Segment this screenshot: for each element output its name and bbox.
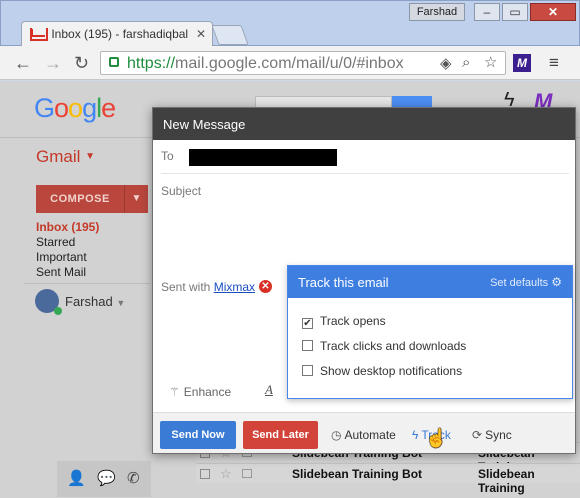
gear-icon: ⚙ (551, 275, 562, 289)
phone-icon[interactable]: ✆ (127, 469, 140, 487)
enhance-button[interactable]: ⚚ Enhance (169, 385, 231, 399)
close-window-button[interactable]: ✕ (530, 3, 576, 21)
zoom-icon[interactable]: ⌕ (462, 54, 470, 71)
back-arrow-icon[interactable]: ← (14, 53, 32, 74)
table-row[interactable]: ☆ Slidebean Training Bot Slidebean Train… (196, 463, 580, 495)
url-scheme: https:// (127, 55, 176, 72)
send-later-button[interactable]: Send Later (243, 421, 318, 449)
bookmark-star-icon[interactable]: ☆ (484, 53, 497, 71)
magic-wand-icon: ⚚ (169, 385, 180, 399)
lock-icon (109, 57, 119, 67)
minimize-button[interactable]: – (474, 3, 500, 21)
popover-title: Track this email (298, 275, 389, 290)
automate-button[interactable]: ◷ Automate (331, 428, 396, 442)
url-path: mail.google.com/mail/u/0/#inbox (175, 55, 404, 72)
checkbox-checked[interactable]: ✔ (302, 318, 313, 329)
track-opens-option[interactable]: ✔ Track opens (302, 314, 386, 329)
sidebar-item-inbox[interactable]: Inbox (195) (36, 220, 99, 234)
send-now-button[interactable]: Send Now (160, 421, 236, 449)
chevron-down-icon: ▼ (85, 151, 96, 162)
browser-toolbar: ← → ↻ https://mail.google.com/mail/u/0/#… (0, 46, 580, 80)
compose-caret-icon[interactable]: ▼ (124, 185, 148, 213)
forward-arrow-icon[interactable]: → (44, 53, 62, 74)
set-defaults-link[interactable]: Set defaults ⚙ (490, 275, 562, 289)
gmail-menu[interactable]: Gmail ▼ (36, 147, 95, 167)
popover-header: Track this email Set defaults ⚙ (288, 266, 572, 298)
sidebar-item-starred[interactable]: Starred (36, 235, 75, 249)
sidebar-item-important[interactable]: Important (36, 250, 87, 264)
row-subject: Slidebean Training (478, 467, 535, 495)
browser-titlebar: Inbox (195) - farshadiqbal ✕ Farshad – ▭… (0, 0, 580, 47)
lightning-icon: ϟ (412, 428, 419, 442)
chat-icon[interactable]: 💬 (97, 469, 116, 487)
reload-icon[interactable]: ↻ (74, 53, 89, 74)
sidebar-divider (24, 283, 150, 284)
to-label: To (161, 149, 174, 163)
signature-text: Sent with Mixmax (161, 280, 256, 294)
google-logo: Google (34, 93, 116, 123)
ext-diamond-icon[interactable]: ◈ (440, 54, 452, 72)
hand-cursor-icon: ☝ (425, 428, 448, 448)
star-icon[interactable]: ☆ (220, 466, 232, 482)
subject-label: Subject (161, 184, 202, 198)
row-sender: Slidebean Training Bot (292, 467, 423, 481)
row-checkbox[interactable] (200, 469, 210, 479)
profile-chip[interactable]: Farshad (409, 3, 465, 21)
desktop-notifications-option[interactable]: Show desktop notifications (302, 364, 462, 378)
clock-icon: ◷ (331, 428, 342, 442)
compose-title[interactable]: New Message (153, 108, 575, 140)
track-clicks-option[interactable]: Track clicks and downloads (302, 339, 466, 353)
new-tab-button[interactable] (211, 25, 249, 45)
maximize-button[interactable]: ▭ (502, 3, 528, 21)
sidebar-item-sent[interactable]: Sent Mail (36, 265, 86, 279)
browser-tab[interactable]: Inbox (195) - farshadiqbal ✕ (21, 21, 213, 47)
hangouts-user[interactable]: Farshad ▼ (65, 294, 125, 309)
subject-field[interactable]: Subject (161, 174, 569, 206)
tab-title: Inbox (195) - farshadiqbal (51, 27, 189, 41)
person-icon[interactable]: 👤 (67, 469, 86, 487)
format-text-icon[interactable]: A (265, 382, 273, 398)
important-marker-icon[interactable] (242, 469, 252, 478)
hangouts-toolbar: 👤 💬 ✆ (57, 461, 151, 497)
checkbox[interactable] (302, 340, 313, 351)
tab-close-icon[interactable]: ✕ (196, 27, 206, 41)
gmail-favicon-icon (30, 28, 48, 41)
presence-dot-icon (54, 307, 62, 315)
mixmax-extension-icon[interactable]: M (513, 54, 531, 72)
sync-icon: ⟳ (472, 428, 483, 442)
track-email-popover: Track this email Set defaults ⚙ ✔ Track o… (287, 265, 573, 399)
compose-footer: Send Now Send Later ◷ Automate ϟ Track ⟳ Sy… (153, 412, 575, 453)
redacted-recipient (189, 149, 337, 166)
checkbox[interactable] (302, 365, 313, 376)
mixmax-link[interactable]: Mixmax (214, 280, 255, 294)
remove-signature-icon[interactable]: ✕ (259, 280, 272, 293)
sync-button[interactable]: ⟳ Sync (472, 428, 512, 442)
chrome-menu-icon[interactable]: ≡ (549, 53, 559, 73)
